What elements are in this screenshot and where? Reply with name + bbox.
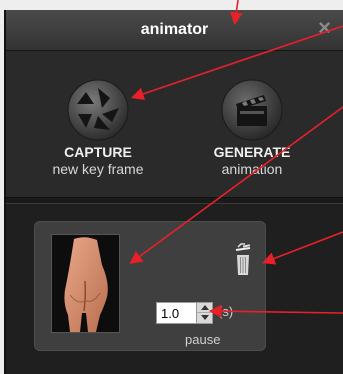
section-divider [6,197,343,204]
pause-label: pause [185,332,221,347]
triangle-up-icon [201,305,209,310]
generate-sublabel: animation [221,161,283,177]
capture-label: CAPTURE [64,144,132,160]
pause-stepper[interactable] [156,302,213,324]
trash-icon[interactable] [232,241,254,277]
close-icon[interactable]: × [318,17,331,39]
pause-input[interactable] [157,303,201,323]
generate-label: GENERATE [213,144,291,160]
keyframe-thumbnail[interactable] [51,234,120,333]
keyframe-card[interactable]: (s) pause [34,221,266,351]
clapperboard-icon [221,79,283,141]
decrement-button[interactable] [197,313,212,323]
increment-button[interactable] [197,303,212,313]
camera-shutter-icon [67,79,129,141]
triangle-down-icon [201,315,209,320]
spin-buttons [196,303,212,323]
pause-unit: (s) [218,304,234,319]
panel-title: animator [140,21,209,38]
generate-button[interactable]: GENERATE animation [192,78,312,177]
title-bar: animator × [6,10,343,51]
capture-button[interactable]: CAPTURE new key frame [38,78,158,177]
capture-sublabel: new key frame [52,161,144,177]
